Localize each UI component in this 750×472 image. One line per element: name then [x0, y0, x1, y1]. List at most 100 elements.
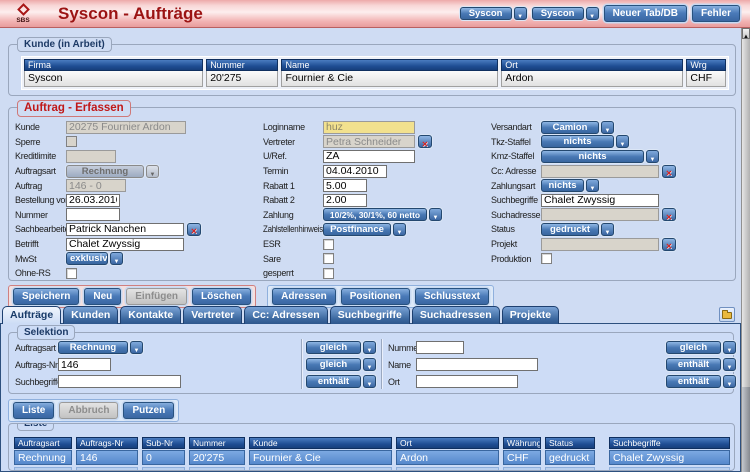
sel-nummer-field[interactable]: [416, 341, 464, 354]
table-cell[interactable]: 20'275: [189, 450, 245, 465]
gesperrt-checkbox[interactable]: [323, 268, 334, 279]
loeschen-button[interactable]: Löschen: [192, 288, 251, 305]
table-cell[interactable]: Syscon: [24, 71, 203, 87]
projekt-clear-button[interactable]: [662, 238, 676, 251]
folder-button[interactable]: [719, 307, 735, 322]
esr-checkbox[interactable]: [323, 239, 334, 250]
mwst-select[interactable]: exklusiv: [66, 252, 123, 265]
tab-auftraege[interactable]: Aufträge: [2, 306, 61, 324]
sel-auftrags-nr-op-select[interactable]: gleich: [306, 358, 376, 371]
vertreter-field[interactable]: [323, 135, 415, 148]
sel-auftragsart-select[interactable]: Rechnung: [58, 341, 143, 354]
liste-partial-row[interactable]: [14, 465, 730, 471]
betrifft-field[interactable]: [66, 238, 184, 251]
scroll-up-icon[interactable]: [742, 28, 750, 39]
versandart-select[interactable]: Camion: [541, 121, 614, 134]
table-cell[interactable]: Chalet Zwyssig: [609, 450, 730, 465]
chevron-down-icon[interactable]: [130, 341, 143, 354]
neu-button[interactable]: Neu: [84, 288, 121, 305]
table-cell[interactable]: Rechnung: [14, 450, 72, 465]
liste-table[interactable]: Auftragsart Auftrags-Nr Sub-Nr Nummer Ku…: [14, 437, 730, 471]
sel-auftrags-nr-field[interactable]: [58, 358, 111, 371]
tab-vertreter[interactable]: Vertreter: [183, 306, 242, 324]
chevron-down-icon[interactable]: [586, 179, 599, 192]
chevron-down-icon[interactable]: [363, 341, 376, 354]
adressen-button[interactable]: Adressen: [272, 288, 336, 305]
sare-checkbox[interactable]: [323, 253, 334, 264]
produktion-checkbox[interactable]: [541, 253, 552, 264]
tkz-staffel-select[interactable]: nichts: [541, 135, 629, 148]
fehler-button[interactable]: Fehler: [692, 5, 740, 22]
table-cell[interactable]: 0: [142, 450, 185, 465]
table-cell[interactable]: gedruckt: [545, 450, 595, 465]
sel-name-op-select[interactable]: enthält: [666, 358, 736, 371]
chevron-down-icon[interactable]: [110, 252, 123, 265]
table-cell[interactable]: Ardon: [501, 71, 683, 87]
sel-suchbegriffe-op-select[interactable]: enthält: [306, 375, 376, 388]
chevron-down-icon[interactable]: [586, 7, 599, 20]
sel-nummer-op-select[interactable]: gleich: [666, 341, 736, 354]
chevron-down-icon[interactable]: [514, 7, 527, 20]
nummer-field[interactable]: [66, 208, 120, 221]
chevron-down-icon[interactable]: [723, 358, 736, 371]
speichern-button[interactable]: Speichern: [13, 288, 79, 305]
ohne-rs-checkbox[interactable]: [66, 268, 77, 279]
sel-name-field[interactable]: [416, 358, 538, 371]
positionen-button[interactable]: Positionen: [341, 288, 410, 305]
table-cell[interactable]: Fournier & Cie: [281, 71, 498, 87]
kreditlimite-field[interactable]: [66, 150, 116, 163]
auftrag-field[interactable]: [66, 179, 126, 192]
db-selector-1[interactable]: Syscon: [460, 7, 527, 20]
zahlung-select[interactable]: 10/2%, 30/1%, 60 netto: [323, 208, 442, 221]
neuer-tab-db-button[interactable]: Neuer Tab/DB: [604, 5, 687, 22]
suchbegriffe-field[interactable]: [541, 194, 659, 207]
chevron-down-icon[interactable]: [616, 135, 629, 148]
scrollbar-thumb[interactable]: [742, 387, 750, 472]
termin-field[interactable]: [323, 165, 387, 178]
status-select[interactable]: gedruckt: [541, 223, 614, 236]
tab-projekte[interactable]: Projekte: [502, 306, 559, 324]
uref-field[interactable]: [323, 150, 415, 163]
loginname-field[interactable]: [323, 121, 415, 134]
vertreter-clear-button[interactable]: [418, 135, 432, 148]
sperre-checkbox[interactable]: [66, 136, 77, 147]
tab-suchbegriffe[interactable]: Suchbegriffe: [330, 306, 410, 324]
db-selector-2[interactable]: Syscon: [532, 7, 599, 20]
chevron-down-icon[interactable]: [393, 223, 406, 236]
tab-kontakte[interactable]: Kontakte: [120, 306, 181, 324]
table-cell[interactable]: Ardon: [396, 450, 499, 465]
table-cell[interactable]: 146: [76, 450, 138, 465]
auftragsart-select[interactable]: Rechnung: [66, 165, 159, 178]
sachbearbeiter-clear-button[interactable]: [187, 223, 201, 236]
suchadresse-clear-button[interactable]: [662, 208, 676, 221]
einfuegen-button[interactable]: Einfügen: [126, 288, 187, 305]
table-cell[interactable]: 20'275: [206, 71, 278, 87]
rabatt2-field[interactable]: [323, 194, 367, 207]
rabatt1-field[interactable]: [323, 179, 367, 192]
projekt-field[interactable]: [541, 238, 659, 251]
liste-button[interactable]: Liste: [13, 402, 54, 419]
chevron-down-icon[interactable]: [723, 375, 736, 388]
zahlstellenhinweis-select[interactable]: Postfinance: [323, 223, 406, 236]
chevron-down-icon[interactable]: [646, 150, 659, 163]
sel-ort-op-select[interactable]: enthält: [666, 375, 736, 388]
sel-suchbegriffe-field[interactable]: [58, 375, 181, 388]
putzen-button[interactable]: Putzen: [123, 402, 174, 419]
tab-kunden[interactable]: Kunden: [63, 306, 118, 324]
zahlungsart-select[interactable]: nichts: [541, 179, 599, 192]
chevron-down-icon[interactable]: [723, 341, 736, 354]
suchadresse-field[interactable]: [541, 208, 659, 221]
table-cell[interactable]: CHF: [686, 71, 726, 87]
vertical-scrollbar[interactable]: [741, 28, 750, 472]
chevron-down-icon[interactable]: [146, 165, 159, 178]
liste-selected-row[interactable]: Rechnung 146 0 20'275 Fournier & Cie Ard…: [14, 449, 730, 465]
chevron-down-icon[interactable]: [363, 358, 376, 371]
cc-adresse-clear-button[interactable]: [662, 165, 676, 178]
bestellung-vom-field[interactable]: [66, 194, 120, 207]
sel-auftragsart-op-select[interactable]: gleich: [306, 341, 376, 354]
cc-adresse-field[interactable]: [541, 165, 659, 178]
chevron-down-icon[interactable]: [363, 375, 376, 388]
abbruch-button[interactable]: Abbruch: [59, 402, 118, 419]
schlusstext-button[interactable]: Schlusstext: [415, 288, 489, 305]
kmz-staffel-select[interactable]: nichts: [541, 150, 659, 163]
